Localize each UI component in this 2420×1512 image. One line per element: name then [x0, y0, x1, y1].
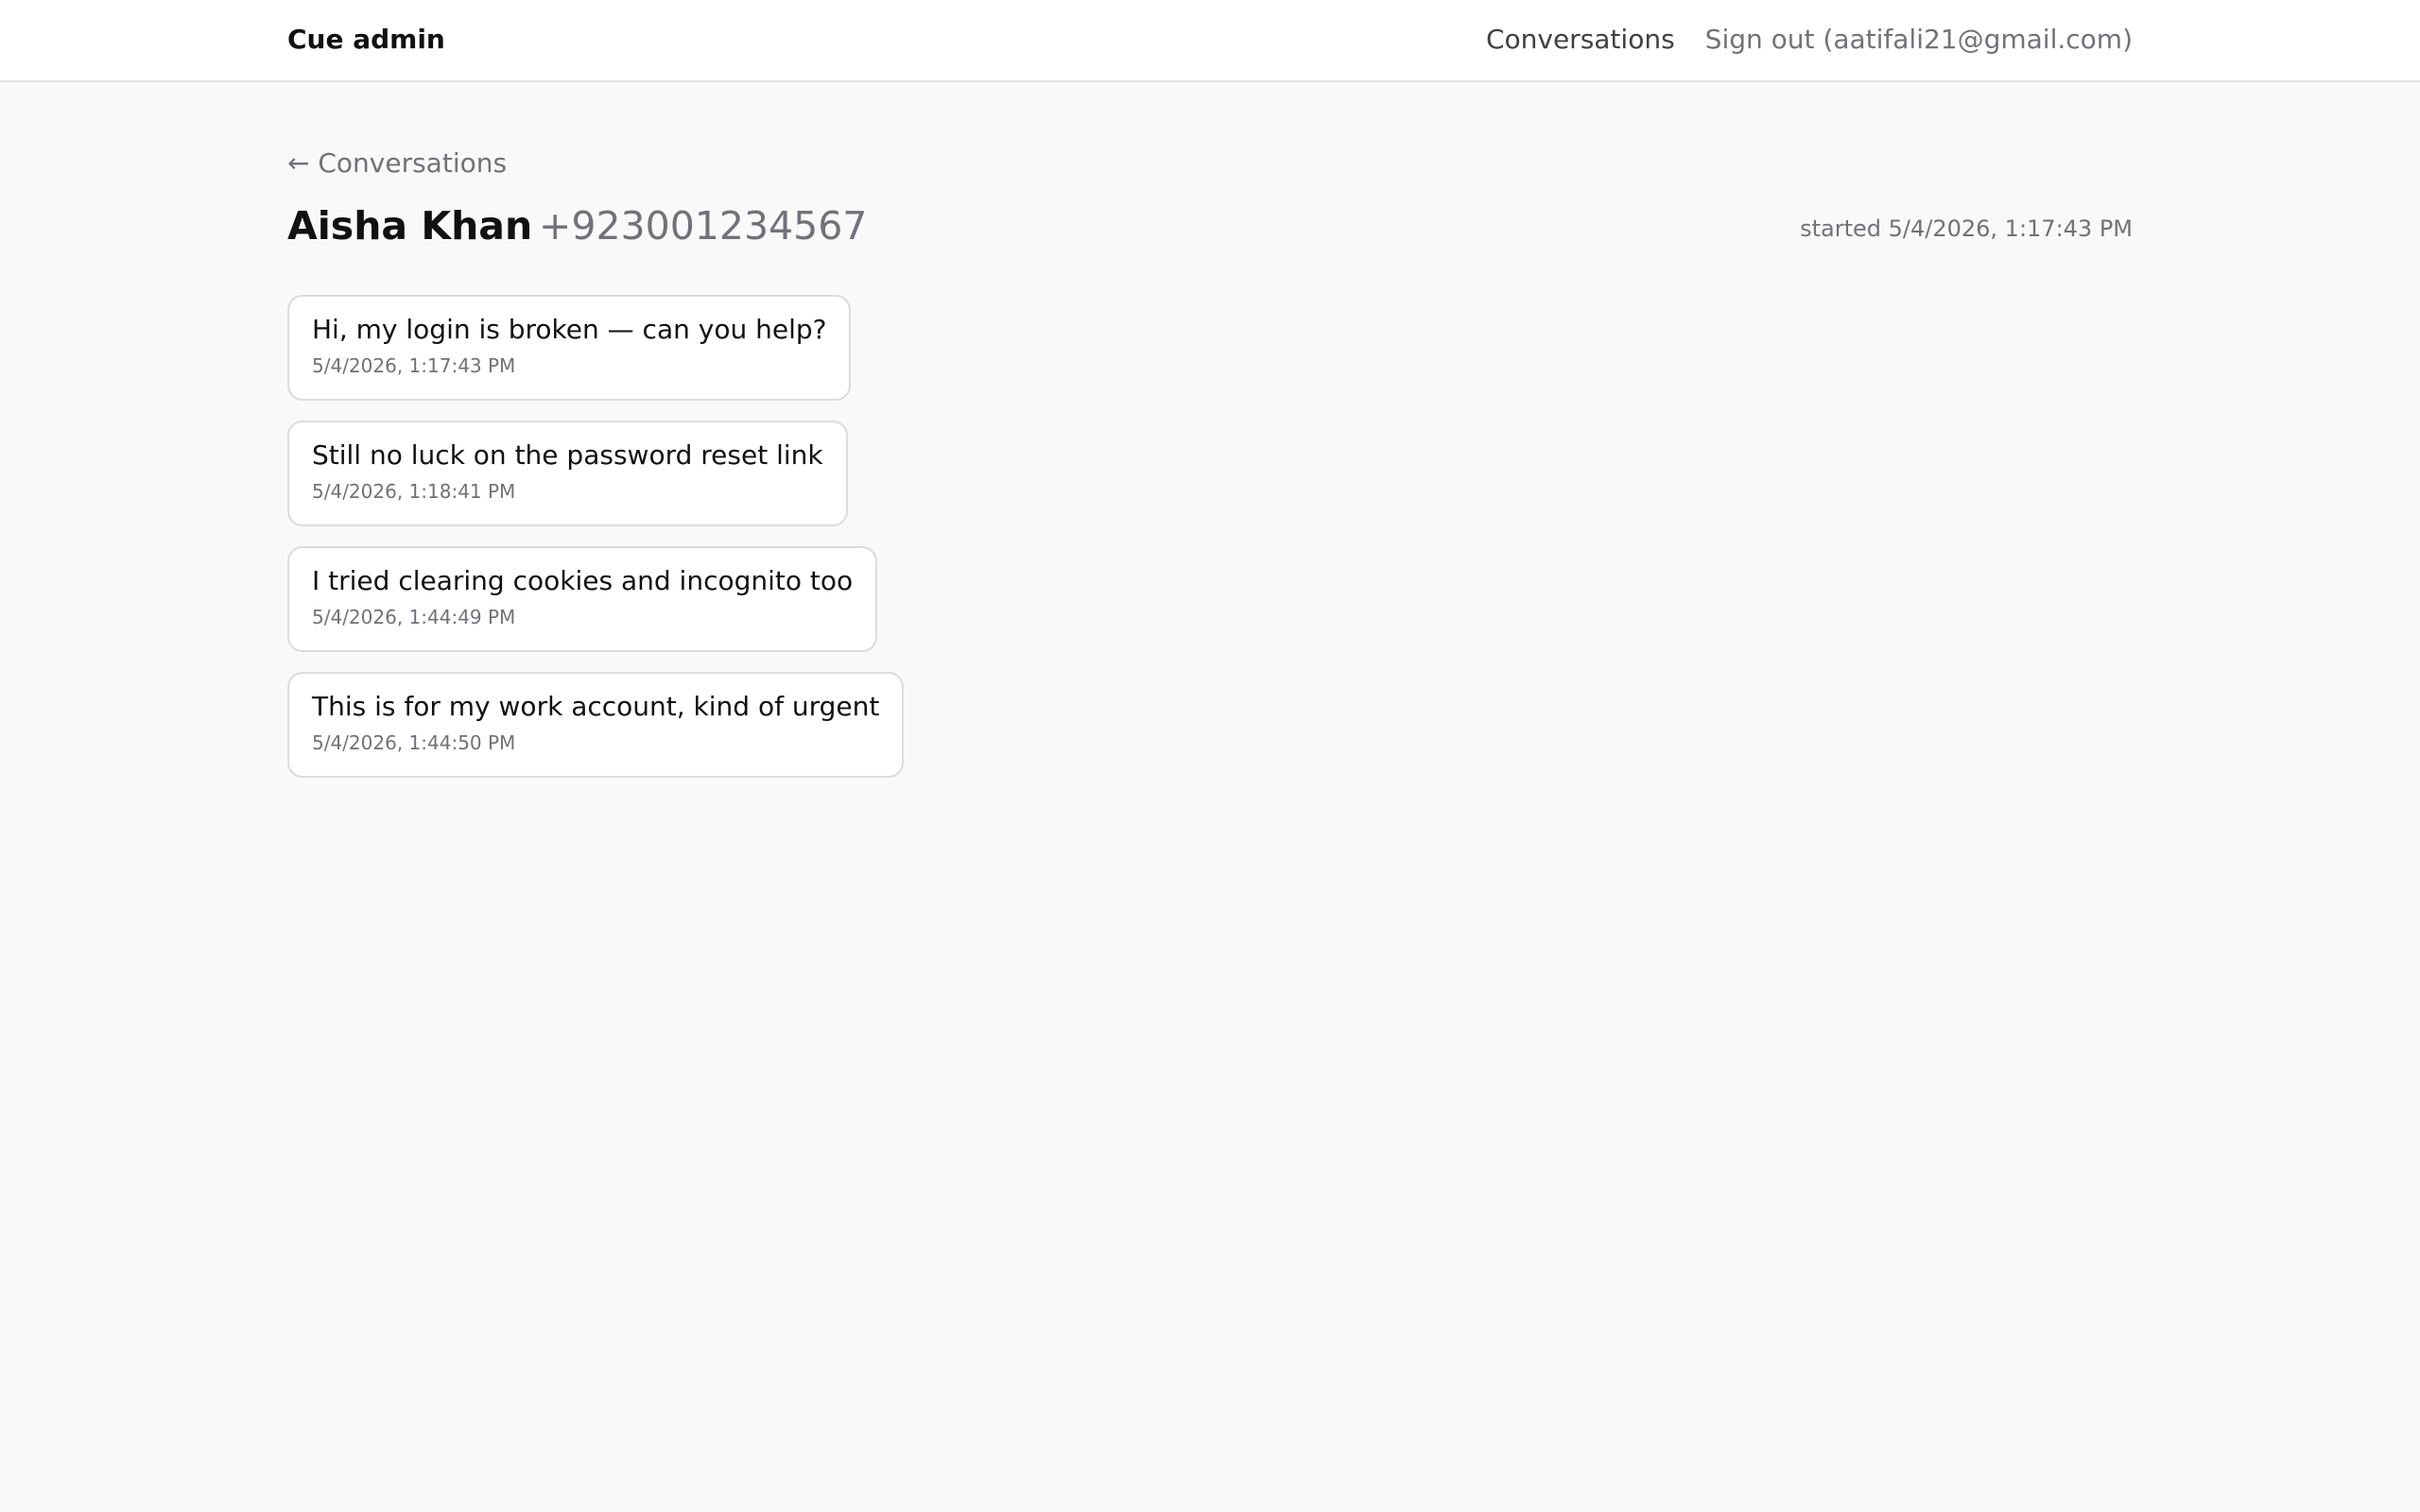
message-bubble: This is for my work account, kind of urg… [287, 672, 905, 778]
conversation-started-time: started 5/4/2026, 1:17:43 PM [1800, 215, 2133, 242]
message-timestamp: 5/4/2026, 1:17:43 PM [312, 354, 516, 377]
sign-out-link[interactable]: Sign out (aatifali21@gmail.com) [1705, 23, 2133, 57]
message-text: This is for my work account, kind of urg… [312, 691, 880, 722]
message-text: Still no luck on the password reset link [312, 439, 823, 471]
message-text: I tried clearing cookies and incognito t… [312, 565, 854, 596]
message-text: Hi, my login is broken — can you help? [312, 314, 827, 345]
message-bubble: I tried clearing cookies and incognito t… [287, 546, 878, 652]
contact-name: Aisha Khan [287, 203, 533, 249]
nav-conversations-link[interactable]: Conversations [1486, 23, 1675, 57]
brand-title: Cue admin [287, 24, 445, 55]
message-bubble: Hi, my login is broken — can you help? 5… [287, 295, 852, 401]
message-timestamp: 5/4/2026, 1:18:41 PM [312, 480, 516, 503]
contact-phone: +923001234567 [539, 203, 868, 249]
message-timestamp: 5/4/2026, 1:44:49 PM [312, 606, 516, 628]
top-navbar: Cue admin Conversations Sign out (aatifa… [0, 0, 2420, 82]
back-to-conversations-link[interactable]: ← Conversations [287, 146, 507, 180]
conversation-header: Aisha Khan +923001234567 started 5/4/202… [287, 199, 2133, 252]
top-nav: Conversations Sign out (aatifali21@gmail… [1486, 23, 2133, 57]
message-bubble: Still no luck on the password reset link… [287, 421, 848, 526]
message-list: Hi, my login is broken — can you help? 5… [287, 295, 905, 778]
message-timestamp: 5/4/2026, 1:44:50 PM [312, 731, 516, 754]
